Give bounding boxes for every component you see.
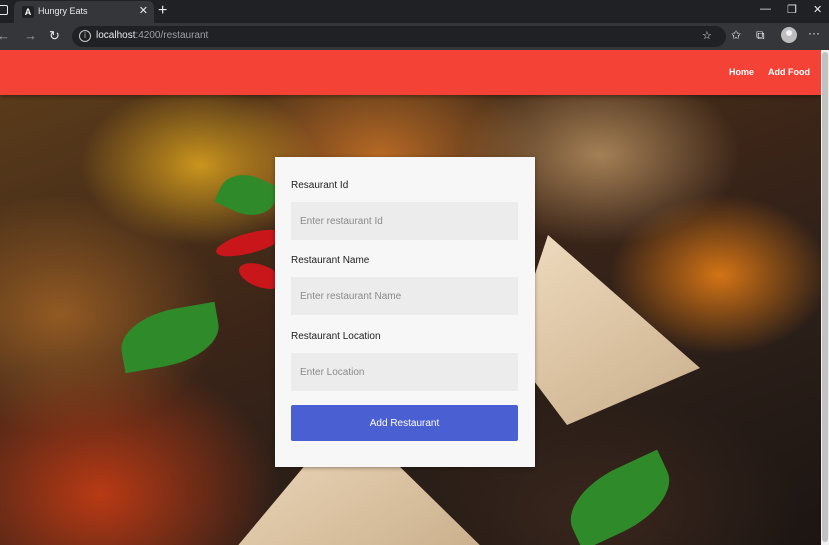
- add-restaurant-form: Resaurant Id Restaurant Name Restaurant …: [275, 157, 535, 467]
- restaurant-name-input[interactable]: [291, 277, 518, 315]
- tab-actions-icon[interactable]: [0, 5, 8, 15]
- tab-close-icon[interactable]: ✕: [139, 4, 148, 17]
- favorites-icon[interactable]: ✩: [731, 28, 741, 42]
- url-path: :4200/restaurant: [135, 30, 209, 41]
- reload-icon[interactable]: ↻: [49, 28, 60, 44]
- restaurant-name-label: Restaurant Name: [291, 255, 370, 266]
- restaurant-id-input[interactable]: [291, 202, 518, 240]
- samosa-image: [510, 235, 700, 425]
- nav-link-home[interactable]: Home: [729, 67, 754, 77]
- collections-icon[interactable]: ⧉: [756, 28, 765, 43]
- browser-tabstrip: A Hungry Eats ✕ + — ❐ ✕: [0, 0, 829, 23]
- scrollbar-thumb[interactable]: [822, 52, 828, 542]
- address-bar[interactable]: i localhost:4200/restaurant ☆: [72, 26, 726, 47]
- add-restaurant-button[interactable]: Add Restaurant: [291, 405, 518, 441]
- cilantro-image: [115, 301, 225, 374]
- page-scrollbar[interactable]: [821, 50, 829, 545]
- restaurant-location-input[interactable]: [291, 353, 518, 391]
- app-navbar: Home Add Food: [0, 50, 821, 95]
- browser-toolbar: ← → ↻ i localhost:4200/restaurant ☆ ✩ ⧉ …: [0, 23, 829, 50]
- cilantro-image: [214, 165, 281, 225]
- url-host: localhost: [96, 30, 136, 41]
- minimize-icon[interactable]: —: [760, 3, 771, 15]
- info-icon[interactable]: i: [79, 30, 91, 42]
- url-text[interactable]: localhost:4200/restaurant: [96, 30, 208, 41]
- window-close-icon[interactable]: ✕: [813, 3, 822, 16]
- favorites-add-icon[interactable]: ☆: [702, 29, 712, 42]
- tab-title: Hungry Eats: [38, 6, 88, 16]
- back-icon[interactable]: ←: [0, 28, 10, 43]
- profile-icon[interactable]: [781, 27, 797, 43]
- tab-favicon-icon: A: [22, 6, 34, 18]
- browser-tab[interactable]: A Hungry Eats ✕: [14, 1, 154, 23]
- restore-icon[interactable]: ❐: [787, 3, 797, 16]
- restaurant-id-label: Resaurant Id: [291, 180, 349, 191]
- web-page: Home Add Food Resaurant Id Restaurant Na…: [0, 50, 821, 545]
- new-tab-icon[interactable]: +: [158, 1, 167, 21]
- restaurant-location-label: Restaurant Location: [291, 331, 381, 342]
- forward-icon[interactable]: →: [24, 28, 37, 43]
- nav-link-add-food[interactable]: Add Food: [768, 67, 810, 77]
- cilantro-image: [557, 449, 683, 545]
- more-icon[interactable]: ···: [808, 26, 820, 40]
